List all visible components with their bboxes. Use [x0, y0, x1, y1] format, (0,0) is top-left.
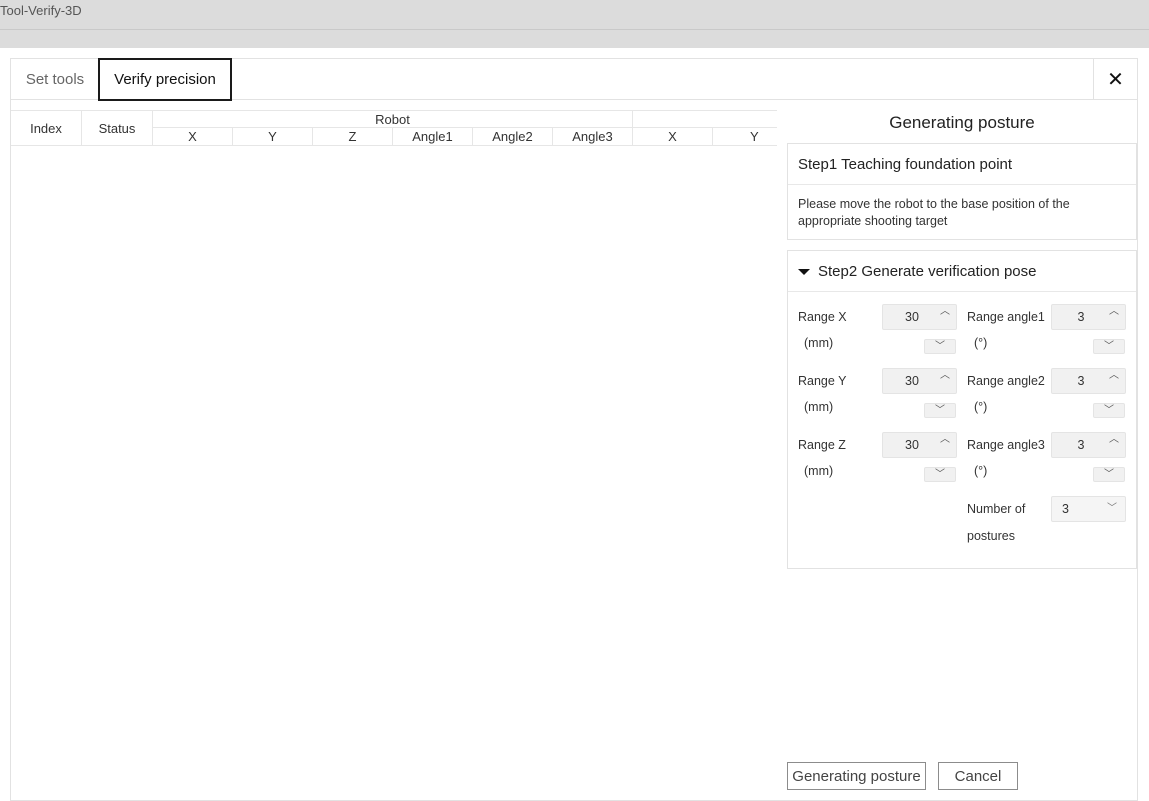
range-angle3-unit: (°) [974, 464, 988, 478]
range-z-unit: (mm) [804, 464, 834, 478]
range-angle1-unit: (°) [974, 336, 988, 350]
caret-down-icon [798, 269, 810, 275]
range-angle1-decrement[interactable]: ﹀ [1093, 339, 1125, 354]
column-header-status[interactable]: Status [82, 110, 153, 146]
chevron-down-icon: ﹀ [935, 469, 945, 480]
range-angle2-unit: (°) [974, 400, 988, 414]
range-z-spinbox[interactable]: 30 ︿ [882, 432, 957, 458]
chevron-down-icon: ﹀ [1107, 503, 1117, 514]
range-angle1-spinbox[interactable]: 3 ︿ [1051, 304, 1126, 330]
postures-value[interactable]: 3 [1062, 497, 1069, 521]
range-x-spinbox[interactable]: 30 ︿ [882, 304, 957, 330]
range-z-decrement[interactable]: ﹀ [924, 467, 956, 482]
chevron-up-icon[interactable]: ︿ [938, 305, 952, 317]
step2-header[interactable]: Step2 Generate verification pose [788, 251, 1136, 292]
step1-text: Please move the robot to the base positi… [798, 197, 1070, 228]
tab-set-tools[interactable]: Set tools [25, 59, 85, 100]
step2-card: Step2 Generate verification pose Range X… [787, 250, 1137, 569]
chevron-down-icon: ﹀ [935, 341, 945, 352]
range-y-decrement[interactable]: ﹀ [924, 403, 956, 418]
range-x-value[interactable]: 30 [883, 305, 941, 329]
tab-verify-precision[interactable]: Verify precision [98, 58, 232, 101]
result-table: Index Status Robot X Y Z Angle1 Angle2 A… [11, 110, 777, 790]
range-angle1-value[interactable]: 3 [1052, 305, 1110, 329]
posture-panel-title: Generating posture [889, 113, 1035, 132]
range-y-value[interactable]: 30 [883, 369, 941, 393]
chevron-down-icon: ﹀ [935, 405, 945, 416]
step1-title: Step1 Teaching foundation point [788, 144, 1136, 185]
range-angle2-label: Range angle2 [967, 374, 1045, 388]
postures-select[interactable]: 3 ﹀ [1051, 496, 1126, 522]
step1-card: Step1 Teaching foundation point Please m… [787, 143, 1137, 240]
range-angle2-value[interactable]: 3 [1052, 369, 1110, 393]
range-y-unit: (mm) [804, 400, 834, 414]
table-header: Index Status Robot X Y Z Angle1 Angle2 A… [11, 110, 777, 146]
range-angle2-spinbox[interactable]: 3 ︿ [1051, 368, 1126, 394]
range-angle3-label: Range angle3 [967, 438, 1045, 452]
chevron-up-icon[interactable]: ︿ [938, 433, 952, 445]
chevron-up-icon[interactable]: ︿ [1107, 305, 1121, 317]
close-icon: ✕ [1107, 68, 1124, 91]
column-header-robot-angle3[interactable]: Angle3 [553, 128, 633, 146]
tab-bar: Set tools Verify precision [11, 58, 1094, 101]
window-title: Tool-Verify-3D [0, 3, 82, 18]
range-angle3-spinbox[interactable]: 3 ︿ [1051, 432, 1126, 458]
range-y-spinbox[interactable]: 30 ︿ [882, 368, 957, 394]
column-header-robot-y[interactable]: Y [233, 128, 313, 146]
chevron-up-icon[interactable]: ︿ [938, 369, 952, 381]
range-x-unit: (mm) [804, 336, 834, 350]
range-x-label: Range X [798, 310, 847, 324]
range-angle2-decrement[interactable]: ﹀ [1093, 403, 1125, 418]
chevron-up-icon[interactable]: ︿ [1107, 433, 1121, 445]
range-z-label: Range Z [798, 438, 846, 452]
toolbar-strip [0, 30, 1149, 48]
range-y-label: Range Y [798, 374, 847, 388]
close-button[interactable]: ✕ [1093, 59, 1137, 100]
postures-label-line1: Number of [967, 502, 1026, 516]
chevron-down-icon: ﹀ [1104, 469, 1114, 480]
chevron-down-icon: ﹀ [1104, 341, 1114, 352]
dialog-panel: Set tools Verify precision ✕ Index Statu… [10, 58, 1138, 801]
chevron-up-icon[interactable]: ︿ [1107, 369, 1121, 381]
range-z-value[interactable]: 30 [883, 433, 941, 457]
range-angle3-value[interactable]: 3 [1052, 433, 1110, 457]
column-header-second-y[interactable]: Y [713, 128, 777, 146]
range-x-decrement[interactable]: ﹀ [924, 339, 956, 354]
chevron-down-icon: ﹀ [1104, 405, 1114, 416]
column-header-robot-z[interactable]: Z [313, 128, 393, 146]
column-header-robot-angle2[interactable]: Angle2 [473, 128, 553, 146]
column-header-second-x[interactable]: X [633, 128, 713, 146]
step2-title: Step2 Generate verification pose [818, 262, 1037, 280]
generating-posture-button[interactable]: Generating posture [787, 762, 926, 790]
cancel-button[interactable]: Cancel [938, 762, 1018, 790]
column-header-index[interactable]: Index [11, 110, 82, 146]
title-bar: Tool-Verify-3D [0, 0, 1149, 30]
column-header-robot-x[interactable]: X [153, 128, 233, 146]
range-angle1-label: Range angle1 [967, 310, 1045, 324]
column-group-robot: Robot [153, 110, 633, 128]
postures-label-line2: postures [967, 529, 1015, 543]
range-angle3-decrement[interactable]: ﹀ [1093, 467, 1125, 482]
column-group-second [633, 110, 777, 128]
column-header-robot-angle1[interactable]: Angle1 [393, 128, 473, 146]
